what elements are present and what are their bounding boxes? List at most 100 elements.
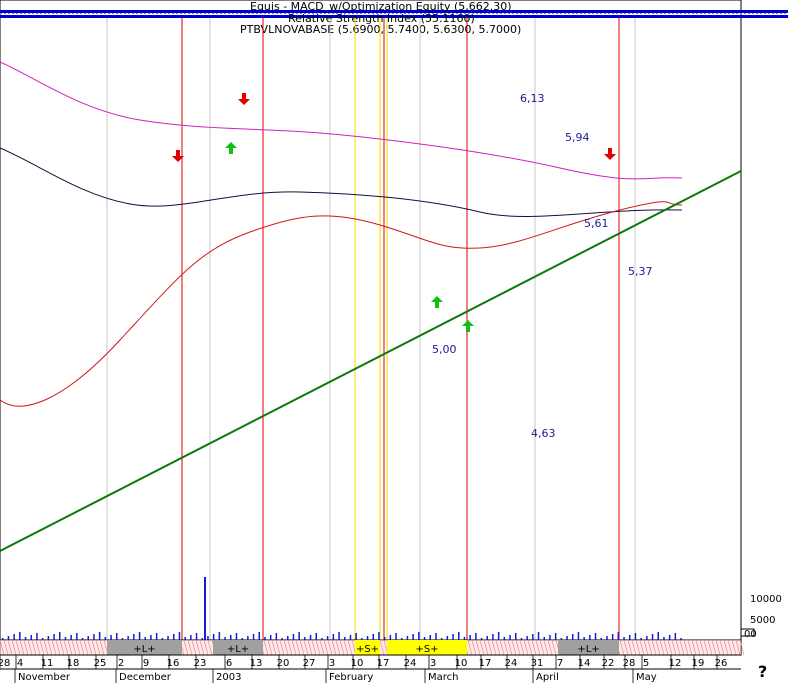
volume-bar xyxy=(121,638,124,640)
volume-bar xyxy=(623,637,625,640)
volume-bar xyxy=(110,635,112,640)
signal-band-label: +L+ xyxy=(577,644,599,655)
month-label: March xyxy=(428,672,458,683)
volume-bar xyxy=(355,633,357,640)
volume-bar xyxy=(150,635,152,640)
volume-bar xyxy=(178,632,181,640)
level-label: 5,37 xyxy=(628,265,653,278)
volume-bar xyxy=(275,633,278,640)
day-label: 11 xyxy=(41,658,54,669)
volume-bar xyxy=(515,633,517,640)
level-label: 5,00 xyxy=(432,343,457,356)
volume-bar xyxy=(423,637,426,640)
volume-bar xyxy=(309,635,312,640)
day-label: 3 xyxy=(329,658,335,669)
volume-bar xyxy=(520,638,523,640)
volume-bar xyxy=(395,633,397,640)
volume-bar xyxy=(218,632,221,640)
volume-bar xyxy=(321,638,323,640)
volume-bar xyxy=(212,634,215,640)
signal-band-label: +S+ xyxy=(356,644,379,655)
volume-bar xyxy=(224,637,226,640)
volume-bar xyxy=(230,635,232,640)
volume-bar xyxy=(537,632,540,640)
volume-bar xyxy=(2,638,4,640)
volume-bar xyxy=(446,636,449,640)
day-label: 22 xyxy=(602,658,615,669)
volume-bar xyxy=(133,634,135,640)
volume-bar xyxy=(634,633,637,640)
volume-bar xyxy=(440,638,443,640)
help-icon[interactable]: ? xyxy=(758,662,767,681)
day-label: 20 xyxy=(277,658,290,669)
day-label: 9 xyxy=(143,658,149,669)
day-label: 19 xyxy=(692,658,705,669)
volume-bar xyxy=(606,636,608,640)
volume-bar xyxy=(19,632,21,640)
volume-bar xyxy=(252,634,255,640)
volume-bar xyxy=(36,633,38,640)
volume-bar xyxy=(235,633,238,640)
day-label: 5 xyxy=(643,658,649,669)
day-label: 10 xyxy=(455,658,468,669)
volume-bar xyxy=(572,634,574,640)
month-label: April xyxy=(536,672,559,683)
volume-bar xyxy=(281,638,283,640)
volume-bar xyxy=(452,634,454,640)
volume-bar xyxy=(486,636,488,640)
volume-bar xyxy=(492,634,494,640)
volume-bar xyxy=(144,637,146,640)
date-axis: 28 4 11 18 25 2 9 16 23 6 13 20 27 3 10 17 24 3 10 17 24 31 7 1… xyxy=(0,654,741,683)
volume-bar xyxy=(475,633,477,640)
day-label: 7 xyxy=(557,658,563,669)
volume-bar xyxy=(138,632,141,640)
volume-bar xyxy=(167,636,169,640)
day-label: 27 xyxy=(303,658,316,669)
volume-bar xyxy=(577,632,580,640)
volume-bar xyxy=(30,635,32,640)
volume-bar xyxy=(663,637,665,640)
month-label: December xyxy=(119,672,172,683)
volume-bar xyxy=(389,635,392,640)
signal-band-label: +L+ xyxy=(227,644,249,655)
volume-bar xyxy=(184,637,186,640)
plot-frame xyxy=(0,0,742,656)
volume-bar xyxy=(70,635,72,640)
volume-bar xyxy=(412,634,414,640)
day-label: 3 xyxy=(430,658,436,669)
volume-bar xyxy=(190,635,192,640)
volume-bar xyxy=(406,636,409,640)
volume-bar xyxy=(651,634,654,640)
volume-tick-label: 10000 xyxy=(750,594,782,605)
volume-bar xyxy=(463,637,466,640)
volume-bar xyxy=(298,632,300,640)
day-label: 18 xyxy=(67,658,80,669)
volume-bar xyxy=(646,636,648,640)
volume-bar xyxy=(116,633,118,640)
volume-bar xyxy=(509,635,511,640)
month-label: February xyxy=(329,672,373,683)
day-label: 17 xyxy=(479,658,492,669)
volume-bar xyxy=(247,636,249,640)
volume-bar xyxy=(378,632,380,640)
volume-bar xyxy=(526,636,528,640)
volume-bar xyxy=(127,636,129,640)
volume-bar xyxy=(59,632,61,640)
level-label: 4,63 xyxy=(531,427,556,440)
volume-bar xyxy=(480,638,483,640)
level-label: 5,61 xyxy=(584,217,609,230)
day-label: 28 xyxy=(623,658,636,669)
volume-bar xyxy=(554,633,557,640)
volume-bar xyxy=(549,635,551,640)
volume-bar xyxy=(629,635,631,640)
volume-bar xyxy=(469,635,471,640)
volume-bar xyxy=(611,634,614,640)
chart-canvas: Equis - MACD_w/Optimization Equity (5,66… xyxy=(0,0,788,683)
day-label: 13 xyxy=(250,658,263,669)
day-label: 25 xyxy=(94,658,107,669)
volume-bar xyxy=(435,633,437,640)
volume-bar xyxy=(532,634,534,640)
level-label: 5,94 xyxy=(565,131,590,144)
day-label: 31 xyxy=(531,658,544,669)
volume-bar xyxy=(47,636,50,640)
